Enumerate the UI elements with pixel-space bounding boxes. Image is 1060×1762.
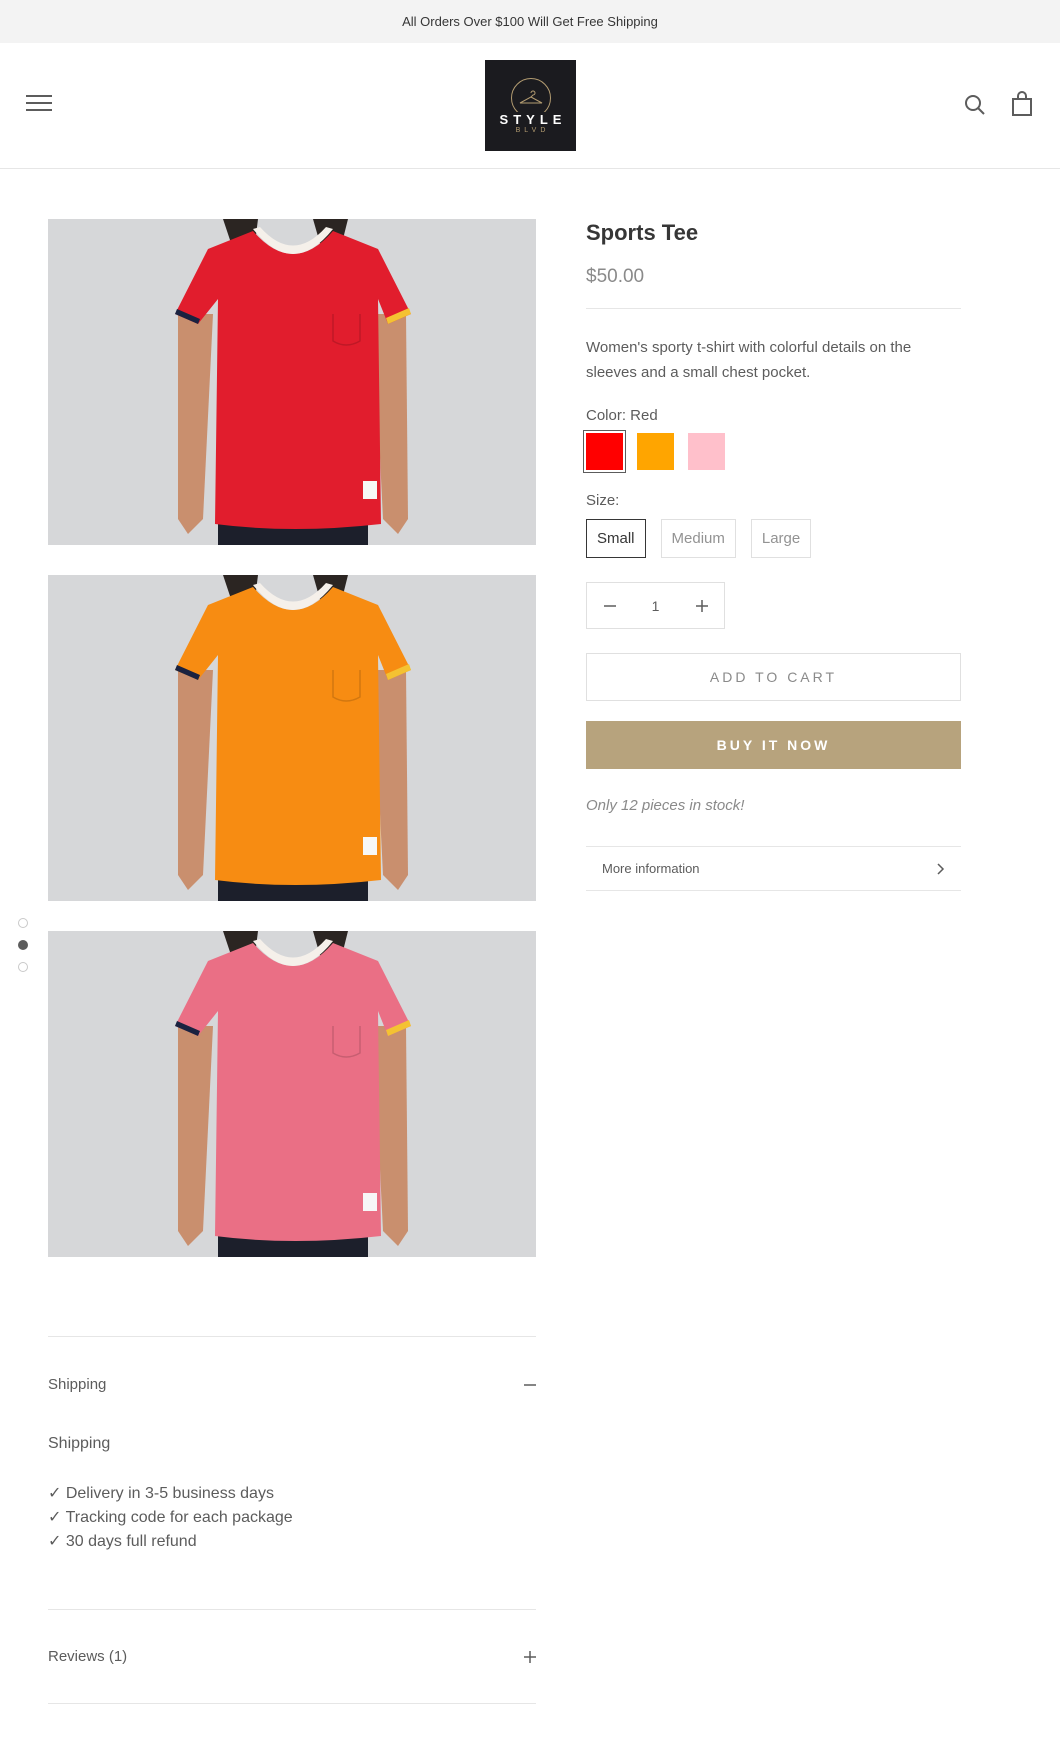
increase-quantity-button[interactable] <box>679 583 724 628</box>
size-large-button[interactable]: Large <box>750 519 812 558</box>
more-information-label: More information <box>602 861 700 876</box>
cart-button[interactable] <box>1010 91 1034 117</box>
gallery-dot[interactable] <box>18 962 28 972</box>
plus-icon <box>695 599 708 612</box>
shipping-accordion-title: Shipping <box>48 1376 107 1393</box>
color-swatches <box>586 433 961 470</box>
logo-text: STYLE <box>497 111 569 127</box>
reviews-accordion-title: Reviews (1) <box>48 1648 128 1665</box>
stock-text: Only 12 pieces in stock! <box>586 797 745 814</box>
site-header: STYLE BLVD <box>0 43 1060 169</box>
divider <box>48 1703 536 1704</box>
quantity-stepper: 1 <box>586 582 725 629</box>
store-logo[interactable]: STYLE BLVD <box>485 60 576 151</box>
gallery-dots <box>18 918 28 984</box>
search-icon <box>965 95 985 115</box>
announcement-text: All Orders Over $100 Will Get Free Shipp… <box>402 14 658 29</box>
gallery-dot-active[interactable] <box>18 940 28 950</box>
shopping-bag-icon <box>1012 91 1032 116</box>
shipping-line: ✓ 30 days full refund <box>48 1533 197 1550</box>
color-swatch-red[interactable] <box>586 433 623 470</box>
menu-icon <box>26 95 52 111</box>
product-image-pink[interactable] <box>48 931 536 1257</box>
product-description: Women's sporty t-shirt with colorful det… <box>586 339 912 381</box>
size-options: Small Medium Large <box>586 519 961 558</box>
size-small-button[interactable]: Small <box>586 519 646 558</box>
product-image-orange[interactable] <box>48 575 536 901</box>
add-to-cart-button[interactable]: ADD TO CART <box>586 653 961 701</box>
buy-now-button[interactable]: BUY IT NOW <box>586 721 961 769</box>
product-info: Sports Tee $50.00 Women's sporty t-shirt… <box>586 220 961 891</box>
size-medium-button[interactable]: Medium <box>660 519 736 558</box>
color-swatch-pink[interactable] <box>688 433 725 470</box>
menu-button[interactable] <box>26 95 52 115</box>
shipping-heading: Shipping <box>48 1435 111 1452</box>
minus-icon <box>603 604 616 607</box>
search-button[interactable] <box>963 93 987 117</box>
logo-subtext: BLVD <box>515 126 550 134</box>
chevron-right-icon <box>937 862 945 875</box>
product-accordion: Shipping Shipping ✓ Delivery in 3-5 busi… <box>48 1336 536 1704</box>
color-label: Color: Red <box>586 407 658 424</box>
more-information-link[interactable]: More information <box>586 846 961 891</box>
decrease-quantity-button[interactable] <box>587 583 632 628</box>
product-price: $50.00 <box>586 266 961 309</box>
announcement-bar: All Orders Over $100 Will Get Free Shipp… <box>0 0 1060 43</box>
gallery-dot[interactable] <box>18 918 28 928</box>
quantity-value[interactable]: 1 <box>636 598 676 614</box>
minus-icon <box>524 1383 536 1386</box>
plus-icon <box>524 1650 536 1663</box>
shipping-content: Shipping ✓ Delivery in 3-5 business days… <box>48 1432 536 1609</box>
reviews-accordion-toggle[interactable]: Reviews (1) <box>48 1610 536 1703</box>
product-title: Sports Tee <box>586 220 699 245</box>
color-swatch-orange[interactable] <box>637 433 674 470</box>
shipping-accordion-toggle[interactable]: Shipping <box>48 1337 536 1432</box>
shipping-line: ✓ Delivery in 3-5 business days <box>48 1485 274 1502</box>
product-image-red[interactable] <box>48 219 536 545</box>
size-label: Size: <box>586 492 620 509</box>
shipping-line: ✓ Tracking code for each package <box>48 1509 293 1526</box>
